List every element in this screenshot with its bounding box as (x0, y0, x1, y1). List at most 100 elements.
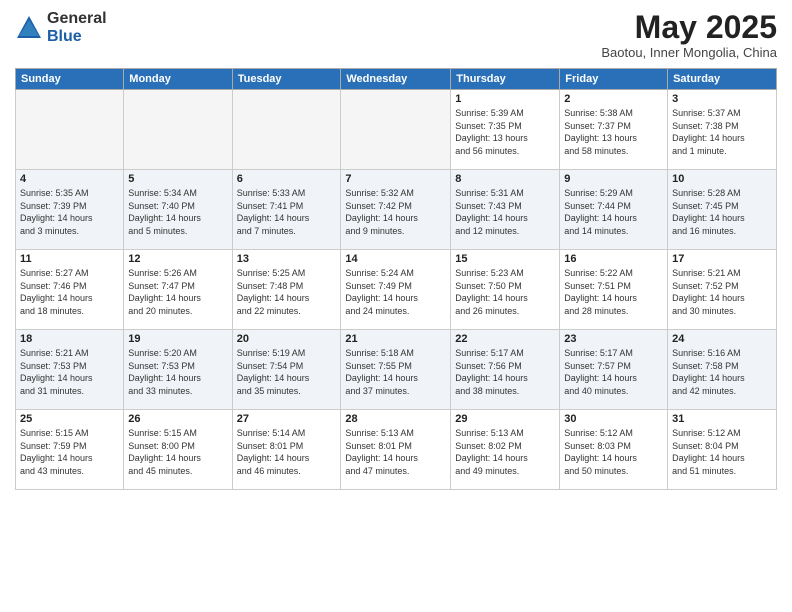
day-info: Sunrise: 5:17 AM Sunset: 7:57 PM Dayligh… (564, 347, 663, 397)
calendar-cell: 17Sunrise: 5:21 AM Sunset: 7:52 PM Dayli… (668, 250, 777, 330)
logo-icon (15, 14, 43, 42)
day-number: 12 (128, 253, 227, 265)
calendar-cell: 2 Sunrise: 5:38 AM Sunset: 7:37 PM Daylig… (560, 90, 668, 170)
calendar-cell: 8 Sunrise: 5:31 AM Sunset: 7:43 PM Daylig… (451, 170, 560, 250)
day-info: Sunrise: 5:15 AM Sunset: 7:59 PM Dayligh… (20, 427, 119, 477)
day-number: 29 (455, 413, 555, 425)
calendar-cell: 6 Sunrise: 5:33 AM Sunset: 7:41 PM Daylig… (232, 170, 341, 250)
location-subtitle: Baotou, Inner Mongolia, China (601, 45, 777, 60)
day-number: 21 (345, 333, 446, 345)
day-number: 8 (455, 173, 555, 185)
day-info: Sunrise: 5:12 AM Sunset: 8:04 PM Dayligh… (672, 427, 772, 477)
day-number: 28 (345, 413, 446, 425)
weekday-header-wednesday: Wednesday (341, 69, 451, 90)
day-info: Sunrise: 5:20 AM Sunset: 7:53 PM Dayligh… (128, 347, 227, 397)
calendar-cell (341, 90, 451, 170)
calendar-cell: 19 Sunrise: 5:20 AM Sunset: 7:53 PM Dayli… (124, 330, 232, 410)
day-info: Sunrise: 5:22 AM Sunset: 7:51 PM Dayligh… (564, 267, 663, 317)
page: General Blue May 2025 Baotou, Inner Mong… (0, 0, 792, 612)
day-info: Sunrise: 5:34 AM Sunset: 7:40 PM Dayligh… (128, 187, 227, 237)
day-info: Sunrise: 5:32 AM Sunset: 7:42 PM Dayligh… (345, 187, 446, 237)
day-number: 10 (672, 173, 772, 185)
header: General Blue May 2025 Baotou, Inner Mong… (15, 10, 777, 60)
weekday-row: SundayMondayTuesdayWednesdayThursdayFrid… (16, 69, 777, 90)
calendar-cell: 27Sunrise: 5:14 AM Sunset: 8:01 PM Dayli… (232, 410, 341, 490)
day-number: 6 (237, 173, 337, 185)
calendar-cell: 22Sunrise: 5:17 AM Sunset: 7:56 PM Dayli… (451, 330, 560, 410)
day-info: Sunrise: 5:13 AM Sunset: 8:02 PM Dayligh… (455, 427, 555, 477)
day-number: 24 (672, 333, 772, 345)
calendar-cell (124, 90, 232, 170)
day-info: Sunrise: 5:28 AM Sunset: 7:45 PM Dayligh… (672, 187, 772, 237)
day-number: 9 (564, 173, 663, 185)
calendar-cell: 21 Sunrise: 5:18 AM Sunset: 7:55 PM Dayli… (341, 330, 451, 410)
day-info: Sunrise: 5:24 AM Sunset: 7:49 PM Dayligh… (345, 267, 446, 317)
day-number: 25 (20, 413, 119, 425)
day-info: Sunrise: 5:35 AM Sunset: 7:39 PM Dayligh… (20, 187, 119, 237)
calendar-cell: 24 Sunrise: 5:16 AM Sunset: 7:58 PM Dayli… (668, 330, 777, 410)
weekday-header-saturday: Saturday (668, 69, 777, 90)
calendar-week-5: 25 Sunrise: 5:15 AM Sunset: 7:59 PM Dayli… (16, 410, 777, 490)
calendar-cell: 16 Sunrise: 5:22 AM Sunset: 7:51 PM Dayli… (560, 250, 668, 330)
day-info: Sunrise: 5:39 AM Sunset: 7:35 PM Dayligh… (455, 107, 555, 157)
day-info: Sunrise: 5:33 AM Sunset: 7:41 PM Dayligh… (237, 187, 337, 237)
calendar-cell: 9 Sunrise: 5:29 AM Sunset: 7:44 PM Daylig… (560, 170, 668, 250)
calendar-week-3: 11 Sunrise: 5:27 AM Sunset: 7:46 PM Dayli… (16, 250, 777, 330)
day-info: Sunrise: 5:38 AM Sunset: 7:37 PM Dayligh… (564, 107, 663, 157)
day-info: Sunrise: 5:21 AM Sunset: 7:53 PM Dayligh… (20, 347, 119, 397)
day-number: 2 (564, 93, 663, 105)
calendar-cell (232, 90, 341, 170)
day-number: 15 (455, 253, 555, 265)
calendar-cell: 28Sunrise: 5:13 AM Sunset: 8:01 PM Dayli… (341, 410, 451, 490)
calendar-cell: 3Sunrise: 5:37 AM Sunset: 7:38 PM Daylig… (668, 90, 777, 170)
weekday-header-friday: Friday (560, 69, 668, 90)
day-number: 16 (564, 253, 663, 265)
calendar-cell: 20Sunrise: 5:19 AM Sunset: 7:54 PM Dayli… (232, 330, 341, 410)
calendar-cell: 4Sunrise: 5:35 AM Sunset: 7:39 PM Daylig… (16, 170, 124, 250)
calendar-cell: 12 Sunrise: 5:26 AM Sunset: 7:47 PM Dayli… (124, 250, 232, 330)
calendar-cell: 23 Sunrise: 5:17 AM Sunset: 7:57 PM Dayli… (560, 330, 668, 410)
calendar-cell: 18Sunrise: 5:21 AM Sunset: 7:53 PM Dayli… (16, 330, 124, 410)
day-number: 11 (20, 253, 119, 265)
day-number: 5 (128, 173, 227, 185)
calendar-week-4: 18Sunrise: 5:21 AM Sunset: 7:53 PM Dayli… (16, 330, 777, 410)
day-number: 31 (672, 413, 772, 425)
day-info: Sunrise: 5:31 AM Sunset: 7:43 PM Dayligh… (455, 187, 555, 237)
calendar-cell: 15 Sunrise: 5:23 AM Sunset: 7:50 PM Dayli… (451, 250, 560, 330)
calendar-cell: 31 Sunrise: 5:12 AM Sunset: 8:04 PM Dayli… (668, 410, 777, 490)
calendar-cell: 5 Sunrise: 5:34 AM Sunset: 7:40 PM Daylig… (124, 170, 232, 250)
day-info: Sunrise: 5:17 AM Sunset: 7:56 PM Dayligh… (455, 347, 555, 397)
day-info: Sunrise: 5:18 AM Sunset: 7:55 PM Dayligh… (345, 347, 446, 397)
calendar-cell: 29 Sunrise: 5:13 AM Sunset: 8:02 PM Dayli… (451, 410, 560, 490)
day-info: Sunrise: 5:19 AM Sunset: 7:54 PM Dayligh… (237, 347, 337, 397)
day-info: Sunrise: 5:27 AM Sunset: 7:46 PM Dayligh… (20, 267, 119, 317)
calendar-week-2: 4Sunrise: 5:35 AM Sunset: 7:39 PM Daylig… (16, 170, 777, 250)
day-number: 7 (345, 173, 446, 185)
day-info: Sunrise: 5:29 AM Sunset: 7:44 PM Dayligh… (564, 187, 663, 237)
month-title: May 2025 (601, 10, 777, 45)
calendar-cell: 14Sunrise: 5:24 AM Sunset: 7:49 PM Dayli… (341, 250, 451, 330)
day-info: Sunrise: 5:14 AM Sunset: 8:01 PM Dayligh… (237, 427, 337, 477)
logo: General Blue (15, 10, 107, 45)
calendar-table: SundayMondayTuesdayWednesdayThursdayFrid… (15, 68, 777, 490)
day-info: Sunrise: 5:15 AM Sunset: 8:00 PM Dayligh… (128, 427, 227, 477)
calendar-week-1: 1Sunrise: 5:39 AM Sunset: 7:35 PM Daylig… (16, 90, 777, 170)
calendar-header: SundayMondayTuesdayWednesdayThursdayFrid… (16, 69, 777, 90)
calendar-body: 1Sunrise: 5:39 AM Sunset: 7:35 PM Daylig… (16, 90, 777, 490)
day-info: Sunrise: 5:16 AM Sunset: 7:58 PM Dayligh… (672, 347, 772, 397)
calendar-cell: 10 Sunrise: 5:28 AM Sunset: 7:45 PM Dayli… (668, 170, 777, 250)
logo-text: General Blue (47, 10, 107, 45)
day-number: 23 (564, 333, 663, 345)
day-number: 26 (128, 413, 227, 425)
day-info: Sunrise: 5:25 AM Sunset: 7:48 PM Dayligh… (237, 267, 337, 317)
calendar-cell: 30Sunrise: 5:12 AM Sunset: 8:03 PM Dayli… (560, 410, 668, 490)
calendar-cell: 13 Sunrise: 5:25 AM Sunset: 7:48 PM Dayli… (232, 250, 341, 330)
day-info: Sunrise: 5:23 AM Sunset: 7:50 PM Dayligh… (455, 267, 555, 317)
day-info: Sunrise: 5:12 AM Sunset: 8:03 PM Dayligh… (564, 427, 663, 477)
day-number: 19 (128, 333, 227, 345)
day-info: Sunrise: 5:26 AM Sunset: 7:47 PM Dayligh… (128, 267, 227, 317)
title-block: May 2025 Baotou, Inner Mongolia, China (601, 10, 777, 60)
day-number: 13 (237, 253, 337, 265)
calendar-cell (16, 90, 124, 170)
day-info: Sunrise: 5:37 AM Sunset: 7:38 PM Dayligh… (672, 107, 772, 157)
